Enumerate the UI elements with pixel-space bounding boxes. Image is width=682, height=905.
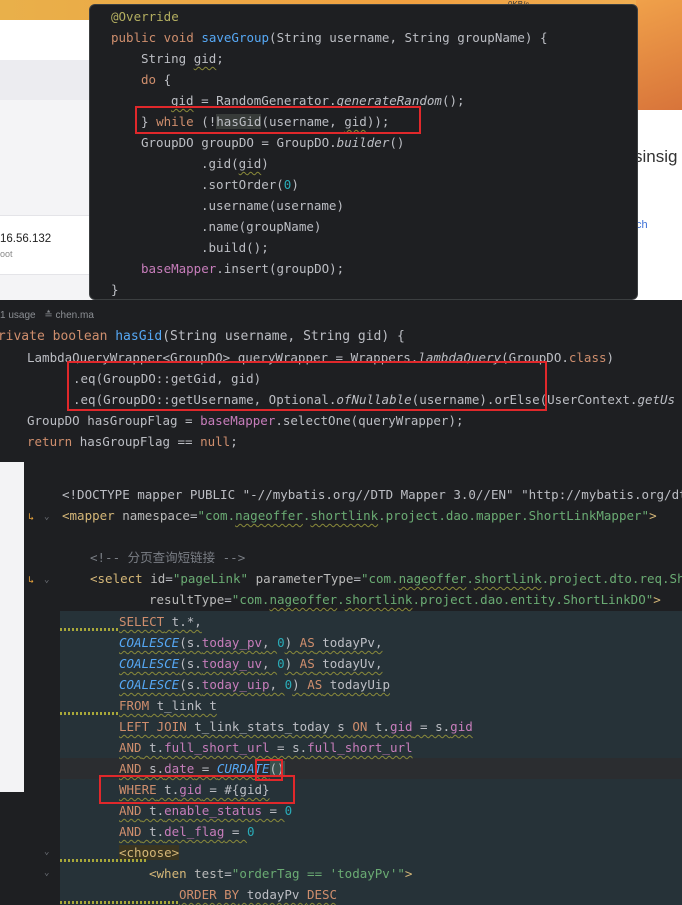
fold-icon-select[interactable]: ⌄ bbox=[44, 575, 49, 585]
popup-line-10: .username(username) bbox=[201, 198, 344, 213]
person-icon: ≛ bbox=[44, 310, 53, 321]
server-card[interactable]: 16.56.132 oot bbox=[0, 215, 90, 275]
popup-line-5: gid = RandomGenerator.generateRandom(); bbox=[171, 93, 465, 108]
popup-line-9: .sortOrder(0) bbox=[201, 177, 299, 192]
xml-select-open: <select id="pageLink" parameterType="com… bbox=[90, 571, 682, 586]
browser-right-banner bbox=[636, 0, 682, 110]
popup-line-7: GroupDO groupDO = GroupDO.builder() bbox=[141, 135, 405, 150]
sql-order-by: ORDER BY todayPv DESC bbox=[179, 887, 338, 902]
popup-line-2: public void saveGroup(String username, S… bbox=[111, 30, 548, 45]
browser-right-panel bbox=[636, 110, 682, 300]
sql-line-6: LEFT JOIN t_link_stats_today s ON t.gid … bbox=[119, 719, 473, 734]
browser-toolbar bbox=[0, 60, 90, 100]
popup-line-6: } while (!hasGid(username, gid)); bbox=[141, 114, 390, 129]
hasgid-line-3: .eq(GroupDO::getGid, gid) bbox=[73, 371, 262, 386]
xml-when: <when test="orderTag == 'todayPv'"> bbox=[149, 866, 413, 881]
sql-line-4: COALESCE(s.today_uip, 0) AS todayUip bbox=[119, 677, 390, 692]
right-panel-text: sinsig bbox=[634, 147, 678, 166]
gutter-icon-mapper[interactable]: ↳ bbox=[28, 512, 34, 523]
hasgid-line-1: private boolean hasGid(String username, … bbox=[0, 329, 405, 344]
xml-mapper-open: <mapper namespace="com.nageoffer.shortli… bbox=[62, 508, 657, 523]
fold-icon-mapper[interactable]: ⌄ bbox=[44, 512, 49, 522]
sql-line-8: AND s.date = CURDATE() bbox=[119, 761, 285, 776]
gutter-icon-select[interactable]: ↳ bbox=[28, 575, 34, 586]
hasgid-line-2: LambdaQueryWrapper<GroupDO> queryWrapper… bbox=[27, 350, 615, 365]
wave-left-1 bbox=[60, 628, 118, 631]
sql-line-7: AND t.full_short_url = s.full_short_url bbox=[119, 740, 413, 755]
browser-tab-strip bbox=[0, 20, 90, 60]
popup-line-11: .name(groupName) bbox=[201, 219, 322, 234]
fold-icon-choose[interactable]: ⌄ bbox=[44, 847, 49, 857]
xml-doctype: <!DOCTYPE mapper PUBLIC "-//mybatis.org/… bbox=[62, 487, 682, 502]
popup-line-13: baseMapper.insert(groupDO); bbox=[141, 261, 345, 276]
popup-line-12: .build(); bbox=[201, 240, 269, 255]
popup-line-3: String gid; bbox=[141, 51, 224, 66]
xml-comment: <!-- 分页查询短链接 --> bbox=[90, 550, 246, 565]
xml-select-result: resultType="com.nageoffer.shortlink.proj… bbox=[149, 592, 661, 607]
hasgid-line-6: return hasGroupFlag == null; bbox=[27, 434, 238, 449]
popup-line-8: .gid(gid) bbox=[201, 156, 269, 171]
server-ip: 16.56.132 bbox=[0, 233, 52, 245]
wave-left-2 bbox=[60, 712, 118, 715]
editor-hasgid: 1 usage ≛ chen.ma private boolean hasGid… bbox=[0, 304, 682, 462]
wave-left-3 bbox=[60, 859, 148, 862]
sql-line-1: SELECT t.*, bbox=[119, 614, 202, 629]
sql-line-10: AND t.enable_status = 0 bbox=[119, 803, 293, 818]
editor-mapper-xml: ↳ ↳ ⌄ ⌄ ⌄ ⌄ <!DOCTYPE mapper PUBLIC "-//… bbox=[0, 462, 682, 905]
popup-line-4: do { bbox=[141, 72, 172, 87]
fold-icon-when[interactable]: ⌄ bbox=[44, 868, 49, 878]
sql-line-5: FROM t_link t bbox=[119, 698, 217, 713]
usage-hint[interactable]: 1 usage ≛ chen.ma bbox=[0, 310, 94, 321]
code-popup-window: @Override public void saveGroup(String u… bbox=[89, 4, 638, 300]
hasgid-line-5: GroupDO hasGroupFlag = baseMapper.select… bbox=[27, 413, 464, 428]
sql-line-3: COALESCE(s.today_uv, 0) AS todayUv, bbox=[119, 656, 383, 671]
sql-line-11: AND t.del_flag = 0 bbox=[119, 824, 255, 839]
hasgid-line-4: .eq(GroupDO::getUsername, Optional.ofNul… bbox=[73, 392, 676, 407]
author-name: chen.ma bbox=[55, 310, 94, 321]
popup-line-14: } bbox=[111, 282, 119, 297]
gutter bbox=[24, 462, 58, 904]
popup-line-1: @Override bbox=[111, 9, 179, 24]
sql-line-9: WHERE t.gid = #{gid} bbox=[119, 782, 270, 797]
left-light-panel bbox=[0, 462, 24, 792]
usage-count[interactable]: 1 usage bbox=[0, 310, 36, 321]
sql-line-2: COALESCE(s.today_pv, 0) AS todayPv, bbox=[119, 635, 383, 650]
server-user: oot bbox=[0, 249, 13, 259]
